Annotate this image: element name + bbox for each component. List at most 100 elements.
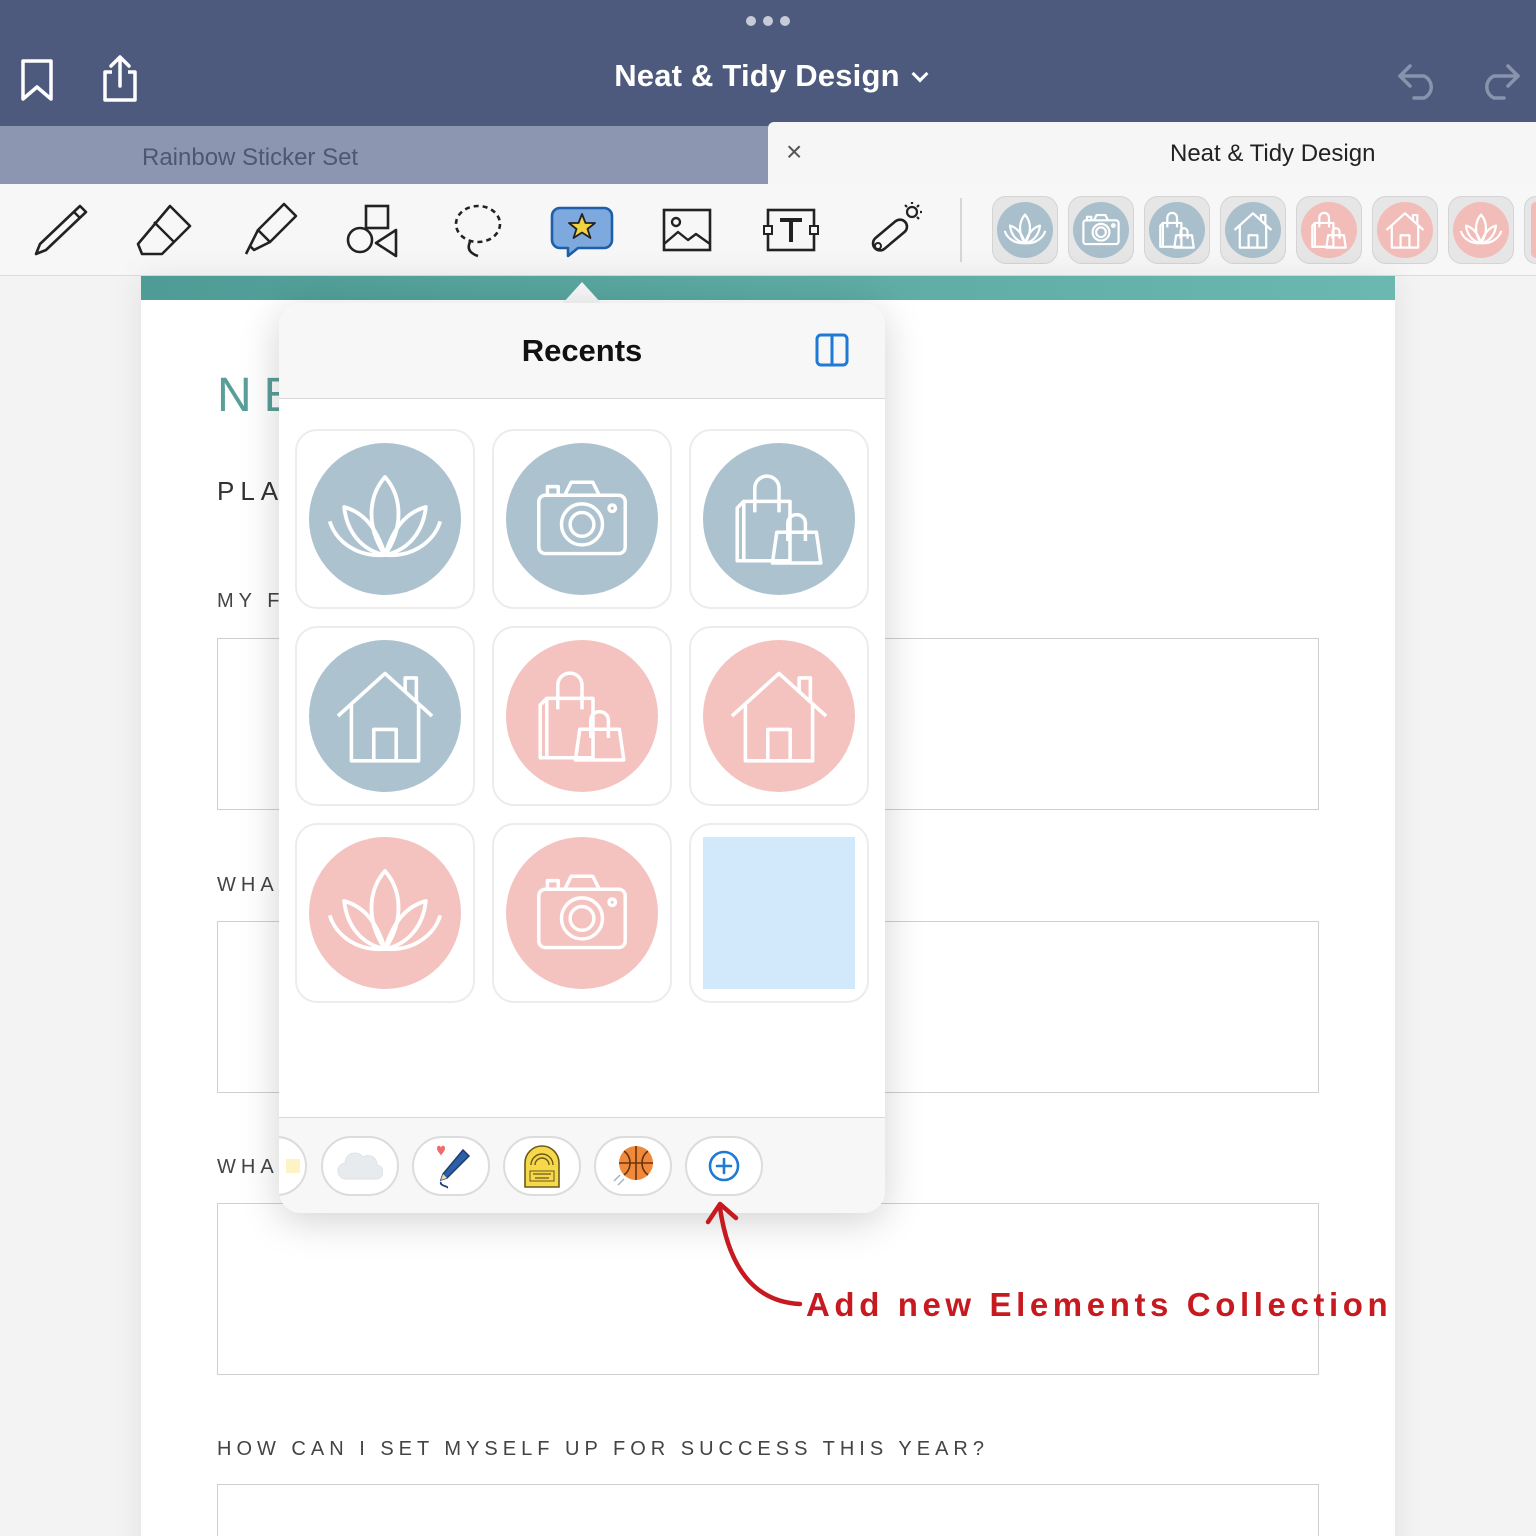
shopping-bags-icon: [735, 474, 823, 565]
sticker-cell[interactable]: [689, 626, 869, 806]
favorite-sticker-circle: [1301, 202, 1357, 258]
close-tab-icon[interactable]: ×: [786, 138, 802, 166]
tools-toolbar: [0, 184, 1536, 276]
camera-icon: [537, 480, 627, 556]
section-label: WHA: [217, 874, 279, 896]
shopping-bags-icon: [538, 671, 626, 762]
chevron-down-icon: [911, 65, 929, 83]
tab-neat-tidy-design[interactable]: × Neat & Tidy Design: [768, 122, 1536, 184]
lotus-icon: [1003, 213, 1047, 245]
add-collection-button[interactable]: [685, 1136, 763, 1196]
favorite-sticker-circle: [997, 202, 1053, 258]
house-icon: [1233, 212, 1273, 249]
thanks-badge-icon: [524, 1145, 560, 1188]
favorite-sticker[interactable]: [1372, 196, 1438, 264]
favorite-sticker-circle: [1377, 202, 1433, 258]
collection-pen[interactable]: [412, 1136, 490, 1196]
lotus-icon: [327, 869, 443, 951]
page-subtitle: PLA: [217, 476, 285, 506]
collection-cloud[interactable]: [321, 1136, 399, 1196]
top-navigation-bar: Neat & Tidy Design: [0, 0, 1536, 128]
section-label: WHA: [217, 1156, 279, 1178]
add-collection-icon: [708, 1150, 740, 1182]
house-icon: [1385, 212, 1425, 249]
sticker-circle: [309, 837, 461, 989]
popover-title: Recents: [521, 333, 643, 368]
split-view-icon[interactable]: [815, 333, 849, 367]
collection-partial[interactable]: [279, 1136, 307, 1196]
sticker-circle: [506, 837, 658, 989]
pen-heart-icon: [437, 1145, 471, 1189]
highlighter-icon[interactable]: [238, 200, 302, 260]
cloud-icon: [337, 1152, 383, 1180]
sticker-circle: [309, 443, 461, 595]
laser-pointer-icon[interactable]: [862, 200, 926, 260]
sticker-circle: [506, 443, 658, 595]
undo-icon[interactable]: [1396, 60, 1440, 100]
sticker-cell[interactable]: [492, 429, 672, 609]
redo-icon[interactable]: [1478, 60, 1522, 100]
page-header-band: [141, 276, 1395, 300]
sticker-cell[interactable]: [689, 823, 869, 1003]
sticker-cell[interactable]: [492, 823, 672, 1003]
lotus-icon: [1459, 213, 1503, 245]
app-window: Neat & Tidy Design Rainbow Sticker Set ×…: [0, 0, 1536, 1536]
share-icon[interactable]: [100, 54, 140, 104]
favorite-sticker[interactable]: [1068, 196, 1134, 264]
document-title-menu[interactable]: Neat & Tidy Design: [560, 58, 980, 94]
collection-thanks[interactable]: [503, 1136, 581, 1196]
popover-header: Recents: [279, 303, 885, 399]
text-icon[interactable]: [758, 200, 822, 260]
camera-icon: [1082, 213, 1120, 246]
lotus-icon: [327, 475, 443, 557]
favorite-sticker-circle: [1225, 202, 1281, 258]
sticker-cell[interactable]: [492, 626, 672, 806]
bookmark-icon[interactable]: [20, 58, 54, 102]
multitasking-grabber[interactable]: [746, 16, 790, 30]
favorite-sticker[interactable]: [1144, 196, 1210, 264]
toolbar-divider: [960, 198, 962, 262]
annotation-arrow-icon: [705, 1201, 803, 1307]
popover-arrow: [562, 282, 602, 304]
elements-popover: Recents: [279, 303, 885, 1213]
section-label: HOW CAN I SET MYSELF UP FOR SUCCESS THIS…: [217, 1438, 989, 1460]
shopping-bags-icon: [1311, 211, 1347, 249]
favorite-sticker-partial[interactable]: [1524, 196, 1536, 264]
sticker-circle: [506, 640, 658, 792]
basketball-icon: [613, 1146, 653, 1186]
image-icon[interactable]: [654, 200, 718, 260]
writing-box[interactable]: [217, 1484, 1319, 1536]
favorite-sticker[interactable]: [1448, 196, 1514, 264]
sticker-cell[interactable]: [295, 429, 475, 609]
annotation-text: Add new Elements Collection: [806, 1286, 1393, 1323]
sticker-circle: [703, 640, 855, 792]
tab-bar: Rainbow Sticker Set × Neat & Tidy Design: [0, 122, 1536, 184]
pen-icon[interactable]: [28, 200, 92, 260]
favorite-sticker[interactable]: [1220, 196, 1286, 264]
document-title: Neat & Tidy Design: [614, 58, 900, 93]
tab-rainbow-sticker-set[interactable]: Rainbow Sticker Set: [0, 126, 768, 184]
tab-label: Rainbow Sticker Set: [142, 144, 359, 171]
favorite-sticker-circle: [1073, 202, 1129, 258]
tab-label: Neat & Tidy Design: [1170, 140, 1376, 167]
favorite-sticker[interactable]: [1296, 196, 1362, 264]
sticker-circle: [309, 640, 461, 792]
section-label: MY F: [217, 590, 285, 612]
sticker-circle: [703, 443, 855, 595]
collection-basketball[interactable]: [594, 1136, 672, 1196]
favorite-sticker-circle: [1149, 202, 1205, 258]
favorite-sticker[interactable]: [992, 196, 1058, 264]
house-icon: [730, 671, 828, 763]
sticker-cell[interactable]: [295, 823, 475, 1003]
blank-square-sticker: [703, 837, 855, 989]
favorite-sticker-circle: [1453, 202, 1509, 258]
elements-icon[interactable]: [550, 200, 614, 260]
eraser-icon[interactable]: [132, 200, 196, 260]
camera-icon: [537, 874, 627, 950]
house-icon: [336, 671, 434, 763]
shopping-bags-icon: [1159, 211, 1195, 249]
sticker-cell[interactable]: [689, 429, 869, 609]
shapes-icon[interactable]: [342, 200, 406, 260]
lasso-icon[interactable]: [446, 200, 510, 260]
sticker-cell[interactable]: [295, 626, 475, 806]
